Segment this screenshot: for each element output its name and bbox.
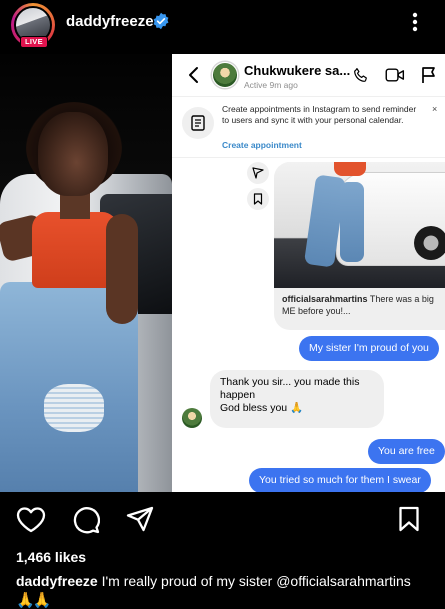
contact-status: Active 9m ago: [244, 80, 298, 90]
message-bubble[interactable]: You are free: [368, 439, 445, 464]
live-badge: LIVE: [20, 36, 48, 48]
heart-icon[interactable]: [16, 506, 46, 533]
post-username[interactable]: daddyfreeze: [66, 13, 154, 30]
bookmark-icon[interactable]: [398, 506, 420, 532]
create-appointment-link[interactable]: Create appointment: [222, 140, 302, 150]
message-bubble[interactable]: My sister I'm proud of you: [299, 336, 439, 361]
ripped-knee-graphic: [44, 384, 104, 432]
caption-text: I'm really proud of my sister @officials…: [97, 573, 411, 589]
chat-thread: officialsarahmartins There was a big ME …: [172, 158, 445, 492]
post-caption: daddyfreeze I'm really proud of my siste…: [16, 572, 436, 590]
phone-icon[interactable]: [352, 66, 370, 84]
shared-post-image: [274, 162, 445, 288]
orange-top-graphic: [334, 162, 366, 176]
message-bubble[interactable]: Thank you sir... you made this happen Go…: [210, 370, 384, 428]
caption-username[interactable]: daddyfreeze: [16, 573, 98, 589]
more-options-icon[interactable]: [405, 10, 425, 34]
calendar-document-icon: [191, 115, 205, 131]
appointment-notice: Create appointments in Instagram to send…: [172, 96, 445, 158]
post-photo[interactable]: [0, 54, 172, 492]
save-shared-button[interactable]: [247, 188, 269, 210]
close-notice-button[interactable]: ×: [432, 104, 437, 114]
video-camera-icon[interactable]: [385, 66, 405, 84]
verified-badge-icon: [153, 12, 169, 30]
notice-icon: [182, 107, 214, 139]
flag-icon[interactable]: [421, 66, 437, 84]
post-actions: [0, 492, 445, 546]
sender-avatar[interactable]: [182, 408, 202, 428]
send-icon[interactable]: [126, 506, 154, 532]
shared-post-username[interactable]: officialsarahmartins: [282, 294, 368, 304]
send-icon: [252, 167, 264, 179]
notice-text: Create appointments in Instagram to send…: [222, 104, 417, 125]
post-header: LIVE daddyfreeze: [0, 0, 445, 54]
shared-post-card[interactable]: officialsarahmartins There was a big ME …: [274, 162, 445, 330]
jeans-graphic: [340, 182, 364, 262]
back-arrow-icon[interactable]: [186, 66, 200, 84]
dm-screenshot: Chukwukere sa... Active 9m ago Create ap…: [172, 54, 445, 492]
arm-graphic: [106, 214, 138, 324]
contact-avatar[interactable]: [212, 62, 238, 88]
contact-name[interactable]: Chukwukere sa...: [244, 63, 350, 78]
caption-emoji: 🙏🙏: [16, 592, 51, 609]
shared-post-caption: officialsarahmartins There was a big ME …: [282, 293, 442, 317]
dm-header: Chukwukere sa... Active 9m ago: [172, 54, 445, 96]
face-graphic: [38, 112, 108, 196]
wheel-graphic: [414, 226, 445, 260]
comment-icon[interactable]: [72, 506, 100, 534]
likes-count[interactable]: 1,466 likes: [16, 549, 86, 565]
bookmark-icon: [253, 193, 263, 205]
message-bubble[interactable]: You tried so much for them I swear: [249, 468, 431, 492]
share-button[interactable]: [247, 162, 269, 184]
